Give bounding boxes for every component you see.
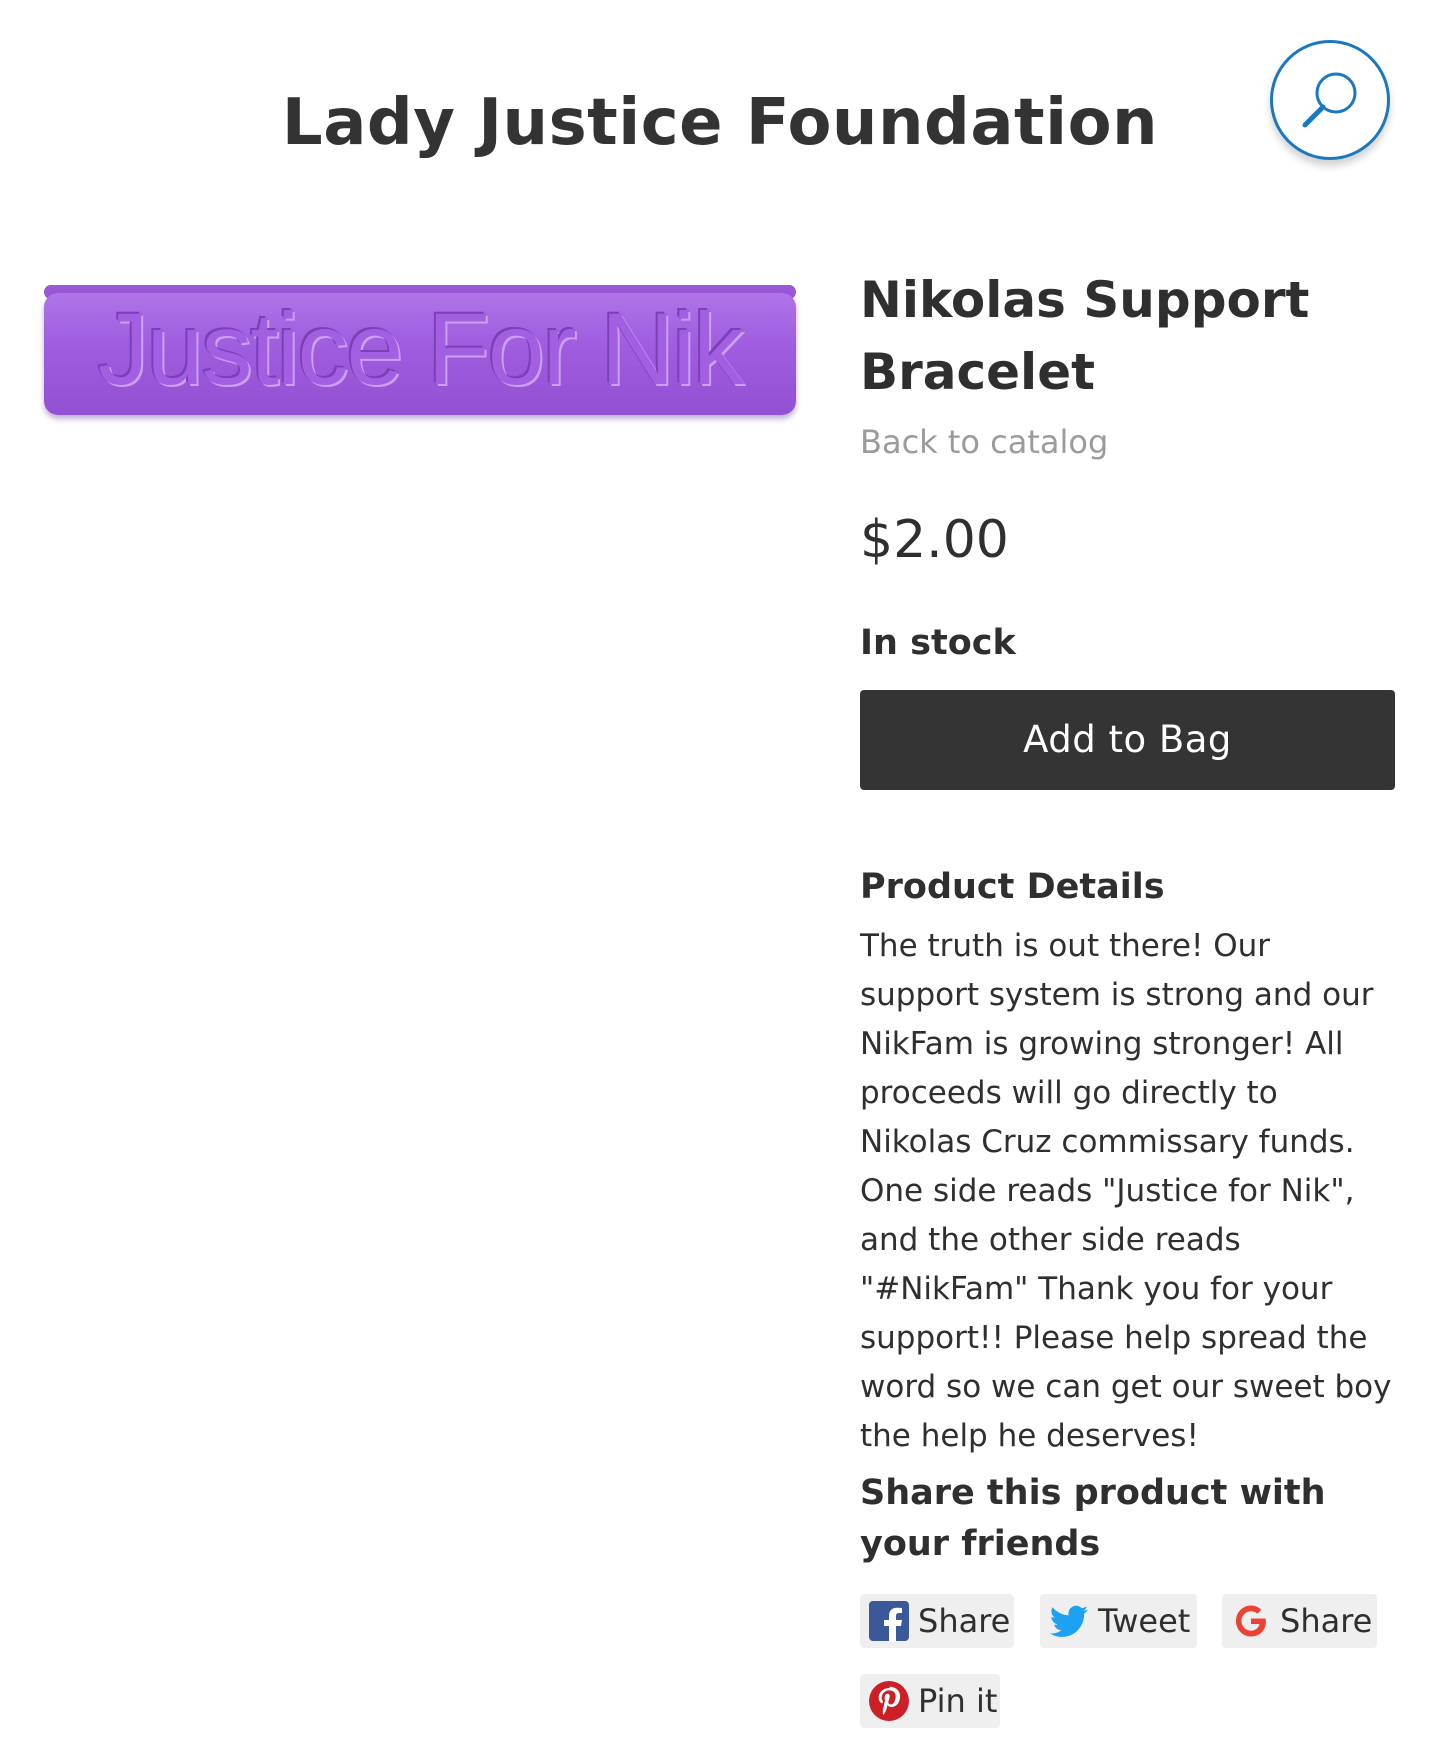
pinterest-pin-label: Pin it bbox=[918, 1682, 998, 1720]
google-icon bbox=[1236, 1605, 1266, 1637]
site-title[interactable]: Lady Justice Foundation bbox=[0, 78, 1440, 168]
pinterest-pin-button[interactable]: Pin it bbox=[860, 1674, 1000, 1728]
twitter-tweet-label: Tweet bbox=[1098, 1602, 1191, 1640]
search-icon bbox=[1302, 72, 1357, 128]
back-to-catalog-link[interactable]: Back to catalog bbox=[860, 420, 1395, 464]
search-button[interactable] bbox=[1270, 40, 1390, 160]
google-share-label: Share bbox=[1280, 1602, 1373, 1640]
facebook-share-label: Share bbox=[918, 1602, 1011, 1640]
pinterest-icon bbox=[869, 1681, 909, 1721]
twitter-icon bbox=[1049, 1605, 1088, 1637]
bracelet-engraving: Justice For Nik bbox=[97, 292, 744, 406]
product-image[interactable]: Justice For Nik bbox=[44, 285, 796, 421]
product-details-heading: Product Details bbox=[860, 867, 1165, 907]
twitter-tweet-button[interactable]: Tweet bbox=[1040, 1594, 1197, 1648]
product-price: $2.00 bbox=[860, 510, 1009, 570]
facebook-share-button[interactable]: Share bbox=[860, 1594, 1014, 1648]
google-share-button[interactable]: Share bbox=[1222, 1594, 1377, 1648]
product-title: Nikolas Support Bracelet bbox=[860, 271, 1310, 401]
facebook-icon bbox=[869, 1601, 909, 1642]
add-to-bag-button[interactable]: Add to Bag bbox=[860, 690, 1395, 790]
share-heading: Share this product with your friends bbox=[860, 1473, 1326, 1564]
stock-status: In stock bbox=[860, 623, 1016, 663]
product-description: The truth is out there! Our support syst… bbox=[860, 928, 1392, 1454]
